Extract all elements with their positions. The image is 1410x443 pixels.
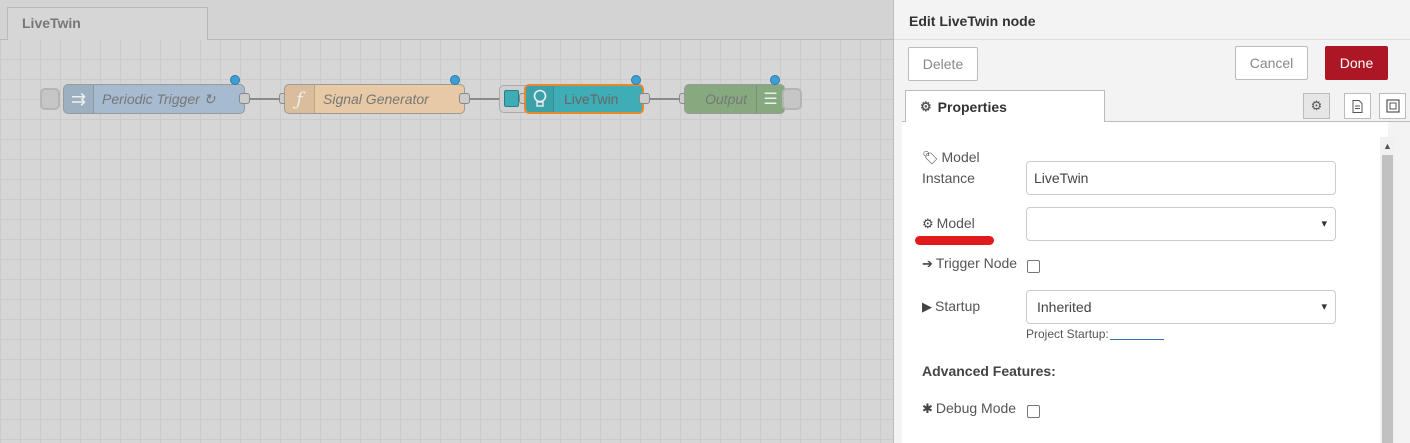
arrow-in-icon: ⇉: [64, 85, 94, 113]
model-instance-label: 🏷 Model Instance: [922, 147, 992, 188]
model-label: ⚙ Model: [922, 213, 975, 234]
red-annotation-underline: [915, 236, 994, 245]
arrow-right-icon: ➔: [922, 256, 933, 271]
changed-indicator-dot: [450, 75, 460, 85]
lightbulb-icon: [526, 86, 554, 112]
startup-label: ▶ Startup: [922, 296, 980, 317]
project-startup-link[interactable]: [1109, 339, 1164, 340]
model-label-text: Model: [936, 215, 975, 231]
flow-workspace: LiveTwin ⇉ Periodic Trigger ↻ ƒ Signal G…: [0, 0, 893, 443]
appearance-tab-button[interactable]: [1379, 93, 1406, 119]
node-output[interactable]: Output ☰: [684, 84, 785, 114]
panel-scrollbar[interactable]: ▲: [1380, 137, 1395, 443]
node-signal-generator[interactable]: ƒ Signal Generator: [284, 84, 465, 114]
function-icon: ƒ: [285, 85, 315, 113]
changed-indicator-dot: [230, 75, 240, 85]
scroll-thumb[interactable]: [1382, 155, 1393, 443]
model-instance-value: LiveTwin: [1034, 170, 1089, 186]
node-label: LiveTwin: [564, 91, 619, 107]
bug-icon: ✱: [922, 401, 933, 416]
gear-icon: ⚙: [920, 98, 932, 114]
workspace-tab-label: LiveTwin: [22, 15, 81, 31]
gear-icon: ⚙: [1310, 98, 1323, 113]
cancel-button[interactable]: Cancel: [1235, 46, 1308, 80]
startup-label-text: Startup: [935, 298, 981, 314]
tab-properties-label: Properties: [937, 98, 1007, 115]
settings-tab-button[interactable]: ⚙: [1303, 93, 1330, 119]
trigger-node-label: ➔ Trigger Node: [922, 253, 1017, 274]
node-label: Signal Generator: [323, 91, 429, 107]
inject-button[interactable]: [40, 88, 60, 110]
play-circle-icon: ▶: [922, 299, 932, 314]
cogs-icon: ⚙: [922, 216, 934, 231]
panel-toolbar: Delete Cancel Done: [894, 40, 1410, 88]
delete-button[interactable]: Delete: [908, 47, 978, 81]
changed-indicator-dot: [631, 75, 641, 85]
frame-icon: [1385, 99, 1400, 113]
tag-icon: 🏷: [922, 150, 939, 165]
chevron-down-icon: ▾: [1321, 301, 1327, 313]
chevron-down-icon: ▾: [1321, 218, 1327, 230]
workspace-tab-bar: LiveTwin: [0, 0, 893, 40]
model-select[interactable]: ▾: [1026, 207, 1336, 241]
changed-indicator-dot: [770, 75, 780, 85]
scroll-up-arrow-icon[interactable]: ▲: [1383, 141, 1392, 151]
properties-form: 🏷 Model Instance LiveTwin ⚙ Model ▾ ➔ Trigg…: [902, 122, 1388, 443]
tab-properties[interactable]: ⚙ Properties: [905, 90, 1105, 123]
list-icon: ☰: [756, 85, 784, 113]
done-button[interactable]: Done: [1325, 46, 1388, 80]
description-tab-button[interactable]: [1344, 93, 1371, 119]
node-livetwin[interactable]: LiveTwin: [524, 84, 644, 114]
panel-tabs: ⚙ Properties ⚙: [902, 89, 1410, 123]
output-port[interactable]: [239, 93, 250, 104]
debug-toggle-button[interactable]: [782, 88, 802, 110]
panel-title: Edit LiveTwin node: [909, 13, 1036, 29]
node-label: Periodic Trigger ↻: [102, 91, 216, 107]
trigger-node-label-text: Trigger Node: [935, 255, 1018, 271]
startup-select[interactable]: Inherited ▾: [1026, 290, 1336, 324]
trigger-node-checkbox[interactable]: [1027, 260, 1040, 273]
node-label: Output: [705, 91, 748, 107]
advanced-features-heading: Advanced Features:: [922, 363, 1056, 379]
output-port[interactable]: [459, 93, 470, 104]
panel-header: Edit LiveTwin node: [894, 0, 1410, 40]
output-port[interactable]: [639, 93, 650, 104]
project-startup-hint: Project Startup:: [1026, 327, 1164, 341]
debug-mode-checkbox[interactable]: [1027, 405, 1040, 418]
livetwin-button[interactable]: [504, 90, 519, 107]
debug-mode-label: ✱ Debug Mode: [922, 398, 1016, 419]
debug-mode-label-text: Debug Mode: [935, 400, 1017, 416]
node-periodic-trigger[interactable]: ⇉ Periodic Trigger ↻: [63, 84, 245, 114]
startup-select-value: Inherited: [1037, 299, 1092, 315]
document-icon: [1352, 99, 1363, 113]
workspace-tab-livetwin[interactable]: LiveTwin: [7, 7, 208, 40]
model-instance-input[interactable]: LiveTwin: [1026, 161, 1336, 195]
project-startup-text: Project Startup:: [1026, 327, 1109, 341]
edit-node-panel: Edit LiveTwin node Delete Cancel Done ⚙ …: [893, 0, 1410, 443]
